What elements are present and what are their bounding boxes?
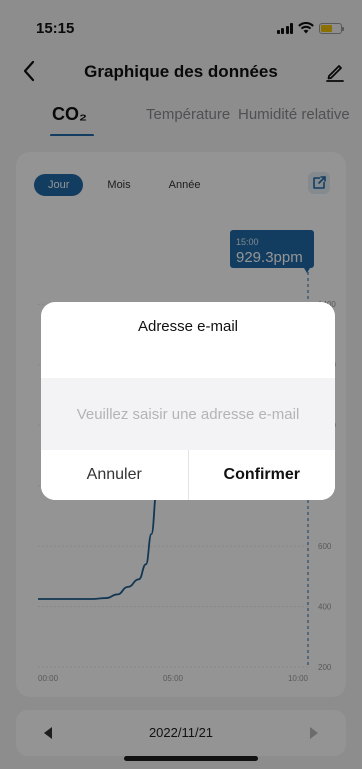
dialog-title: Adresse e-mail: [137, 318, 239, 335]
home-indicator: [124, 756, 258, 761]
cancel-button[interactable]: Annuler: [41, 450, 189, 500]
dialog-actions: Annuler Confirmer: [41, 450, 335, 500]
confirm-button[interactable]: Confirmer: [188, 450, 335, 500]
email-dialog: Adresse e-mail Annuler Confirmer: [41, 302, 335, 500]
email-input[interactable]: [41, 378, 335, 450]
